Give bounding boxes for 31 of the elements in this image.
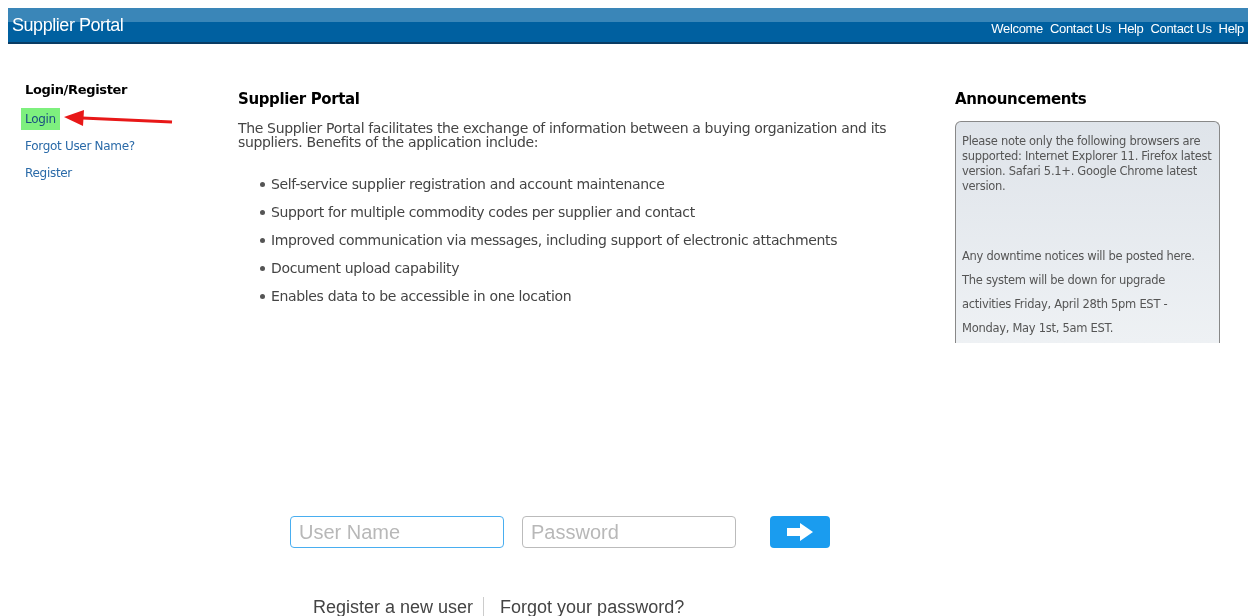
input-field[interactable]: Password <box>522 516 736 548</box>
benefit-text: Improved communication via messages, including support of electronic attachments <box>271 231 838 250</box>
benefit-text: Enables data to be accessible in one location <box>271 287 572 306</box>
register-link[interactable]: Register a new user <box>313 594 484 616</box>
benefit-text: Self-service supplier registration and account maintenance <box>271 175 665 194</box>
benefit-text: Document upload capability <box>271 259 460 278</box>
bullet-icon <box>260 182 265 187</box>
section-title: Supplier Portal <box>238 89 361 110</box>
announcement-text: Any downtime notices will be posted here. The system will be down for upgrade activities Friday, April 28th 5pm EST - Monday, May 1st, 5am EST. <box>962 247 1196 337</box>
input-field[interactable]: User Name <box>290 516 504 548</box>
bullet-icon <box>260 266 265 271</box>
bullet-icon <box>260 294 265 299</box>
submit-button[interactable] <box>770 516 830 548</box>
header-link[interactable]: Contact Us <box>1150 19 1212 39</box>
header-link[interactable]: Welcome <box>991 19 1043 39</box>
header-link[interactable]: Contact Us <box>1050 19 1112 39</box>
benefit-text: Support for multiple commodity codes per supplier and contact <box>271 203 695 222</box>
sidebar-link[interactable]: Register <box>21 161 76 184</box>
intro-text: The Supplier Portal facilitates the exchange of information between a buying organization and its suppliers. Benefits of the application include: <box>238 120 888 149</box>
forgot-password-link[interactable]: Forgot your password? <box>484 594 685 616</box>
bullet-icon <box>260 238 265 243</box>
announcements-title: Announcements <box>955 89 1088 110</box>
announcement-text: Please note only the following browsers are supported: Internet Explorer 11. Firefox latest version. Safari 5.1+. Google Chrome latest version. <box>962 133 1213 194</box>
sidebar-title: Login/Register <box>25 81 128 99</box>
header-link[interactable]: Help <box>1118 19 1144 39</box>
sidebar-link[interactable]: Login <box>21 107 60 130</box>
header-link[interactable]: Help <box>1218 19 1244 39</box>
bullet-icon <box>260 210 265 215</box>
site-title: Supplier Portal <box>12 13 124 37</box>
sidebar-link[interactable]: Forgot User Name? <box>21 134 139 157</box>
arrow-right-icon <box>787 523 813 541</box>
